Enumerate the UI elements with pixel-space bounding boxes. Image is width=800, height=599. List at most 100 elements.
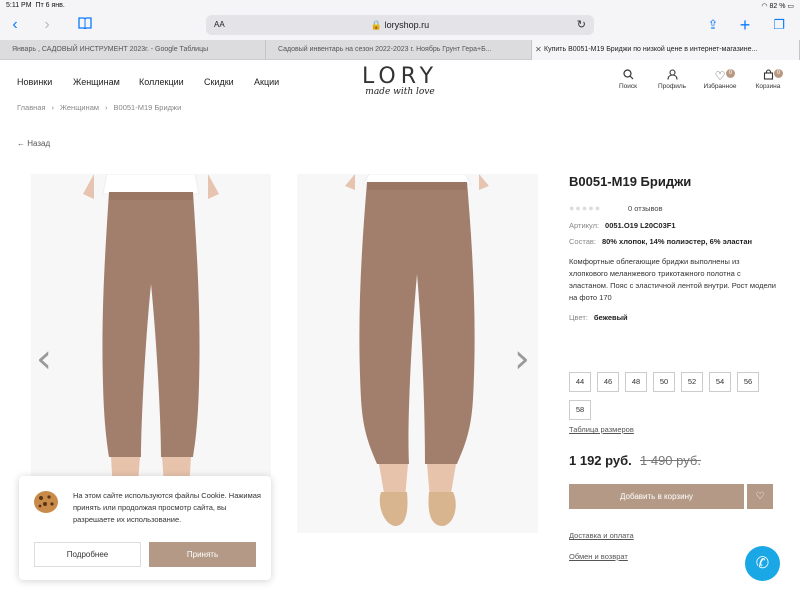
browser-toolbar: ‹ › AA 🔒 loryshop.ru ↻ ⇪ + ❐ [0,12,800,40]
back-icon[interactable]: ‹ [6,16,24,34]
wifi-icon: ◠ [761,3,768,10]
size-option[interactable]: 52 [681,372,703,392]
status-date: Пт 6 янв. [35,2,65,9]
favorites-label: Избранное [703,83,737,90]
photo-next-arrow-icon[interactable]: › [514,339,530,379]
rating-stars-icon[interactable]: ●●●●● [569,203,601,213]
breadcrumb-women[interactable]: Женщинам [60,103,99,112]
cookie-icon [34,491,58,513]
site-logo[interactable]: LORY made with love [340,64,460,98]
reviews-count[interactable]: 0 отзывов [628,204,663,213]
cookie-banner: На этом сайте используются файлы Cookie.… [19,476,271,580]
url-text: 🔒 loryshop.ru [206,20,594,31]
composition-label: Состав: [569,237,596,246]
photo-prev-arrow-icon[interactable]: ‹ [36,339,52,379]
composition-value: 80% хлопок, 14% полиэстер, 6% эластан [601,237,753,246]
cookie-text: На этом сайте используются файлы Cookie.… [73,491,261,524]
menu-item-new[interactable]: Новинки [17,77,52,87]
battery-indicator: ◠ 82 % ▭ [761,3,794,10]
product-photo-1[interactable] [31,174,271,524]
breadcrumb-current: В0051-М19 Бриджи [113,103,182,112]
cart-label: Корзина [755,83,781,90]
logo-tagline: made with love [365,87,435,97]
status-time-date: 5:11 PM Пт 6 янв. [6,2,65,9]
tab-label: Садовый инвентарь на сезон 2022-2023 г. … [278,46,492,53]
heart-icon: ♡ [714,69,726,83]
size-option[interactable]: 58 [569,400,591,420]
product-photo-2[interactable] [297,174,538,533]
size-option[interactable]: 44 [569,372,591,392]
favorites-badge: 0 [726,69,735,78]
profile-label: Профиль [657,83,687,90]
cookie-more-button[interactable]: Подробнее [34,542,141,567]
tab-loryshop[interactable]: ✕ Купить В0051-М19 Бриджи по низкой цене … [532,40,800,60]
profile-icon [650,69,694,83]
browser-tab-strip: Январь , САДОВЫЙ ИНСТРУМЕНТ 2023г. - Goo… [0,40,800,60]
article-value: 0051.О19 L20C03F1 [605,221,676,230]
menu-item-promotions[interactable]: Акции [254,77,279,87]
search-button[interactable]: Поиск [606,69,650,90]
color-row: Цвет: бежевый [569,313,628,322]
phone-icon: ✆ [755,555,770,572]
delivery-link[interactable]: Доставка и оплата [569,531,634,540]
breadcrumb-home[interactable]: Главная [17,103,46,112]
color-value: бежевый [593,313,628,322]
forward-icon[interactable]: › [38,16,56,34]
lock-icon: 🔒 [370,20,383,30]
logo-text: LORY [361,64,439,89]
old-price: 1 490 руб. [640,453,701,468]
trousers-front-image [31,174,271,524]
cart-icon [746,69,790,83]
color-label: Цвет: [569,313,588,322]
menu-item-sale[interactable]: Скидки [204,77,234,87]
tab-label: Январь , САДОВЫЙ ИНСТРУМЕНТ 2023г. - Goo… [12,46,209,53]
cart-badge: 0 [774,69,783,78]
tab-garden-inventory[interactable]: Садовый инвентарь на сезон 2022-2023 г. … [266,40,532,60]
tab-label: Купить В0051-М19 Бриджи по низкой цене в… [544,46,758,53]
status-time: 5:11 PM [6,2,32,9]
address-bar[interactable]: AA 🔒 loryshop.ru ↻ [206,15,594,35]
article-label: Артикул: [569,221,600,230]
bookmarks-icon[interactable] [76,16,94,34]
call-button[interactable]: ✆ [745,546,780,581]
tab-google-sheets[interactable]: Январь , САДОВЫЙ ИНСТРУМЕНТ 2023г. - Goo… [0,40,266,60]
add-to-cart-button[interactable]: Добавить в корзину [569,484,744,509]
new-tab-icon[interactable]: + [736,16,754,34]
status-bar: 5:11 PM Пт 6 янв. ◠ 82 % ▭ [0,0,800,12]
site-header: Новинки Женщинам Коллекции Скидки Акции … [0,61,800,101]
profile-button[interactable]: Профиль [650,69,694,90]
size-option[interactable]: 56 [737,372,759,392]
cart-button[interactable]: 0 Корзина [746,69,790,90]
search-label: Поиск [618,83,637,90]
share-icon[interactable]: ⇪ [704,16,722,34]
breadcrumb-separator-icon: › [105,103,108,112]
menu-item-women[interactable]: Женщинам [73,77,120,87]
article-row: Артикул: 0051.О19 L20C03F1 [569,221,676,230]
trousers-model-image [297,174,538,533]
exchange-link[interactable]: Обмен и возврат [569,552,628,561]
arrow-left-icon: ← [17,139,25,148]
size-option[interactable]: 54 [709,372,731,392]
composition-row: Состав: 80% хлопок, 14% полиэстер, 6% эла… [569,237,752,246]
current-price: 1 192 руб. [569,453,632,468]
favorites-button[interactable]: ♡ 0 Избранное [698,69,742,90]
battery-text: 82 % [769,3,786,10]
heart-icon: ♡ [755,491,765,502]
tabs-overview-icon[interactable]: ❐ [770,16,788,34]
size-option[interactable]: 46 [597,372,619,392]
back-label: Назад [27,139,51,148]
product-title: В0051-М19 Бриджи [569,174,692,189]
menu-item-collections[interactable]: Коллекции [139,77,184,87]
close-tab-icon[interactable]: ✕ [535,40,542,60]
breadcrumb: Главная › Женщинам › В0051-М19 Бриджи [17,103,181,112]
reload-icon[interactable]: ↻ [577,18,586,31]
search-icon [606,69,650,83]
size-option[interactable]: 48 [625,372,647,392]
cookie-accept-button[interactable]: Принять [149,542,256,567]
back-link[interactable]: ← Назад [17,139,50,148]
size-option[interactable]: 50 [653,372,675,392]
size-chart-link[interactable]: Таблица размеров [569,425,634,434]
add-to-favorites-button[interactable]: ♡ [747,484,773,509]
breadcrumb-separator-icon: › [51,103,55,112]
url-value: loryshop.ru [384,20,430,30]
